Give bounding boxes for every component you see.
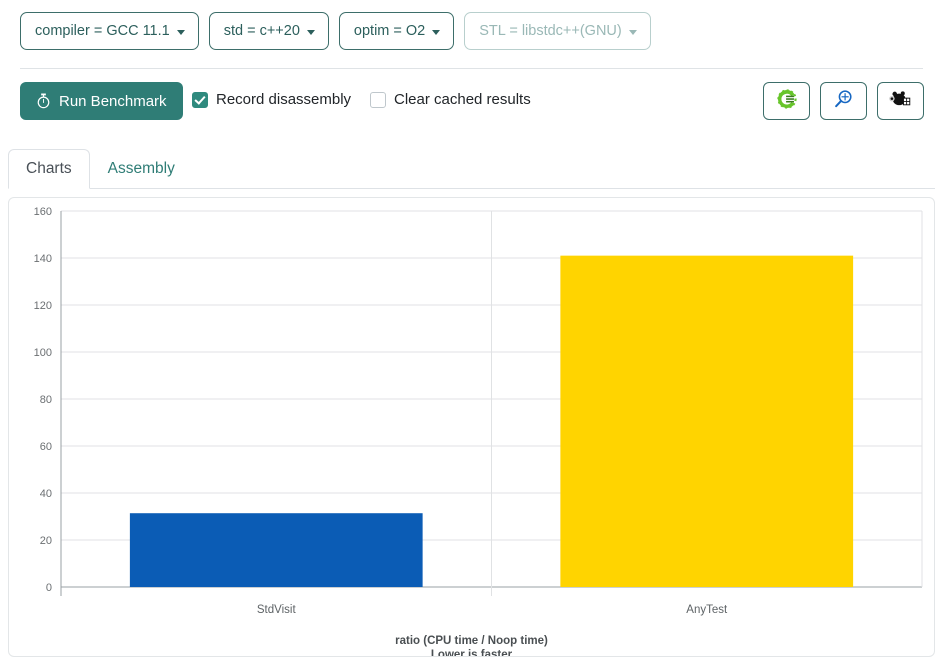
- y-tick-label: 160: [34, 206, 52, 218]
- tab-charts-label: Charts: [26, 159, 72, 177]
- x-tick-label: AnyTest: [686, 604, 728, 616]
- stl-dropdown-label: STL = libstdc++(GNU): [479, 22, 622, 39]
- build-bench-button[interactable]: [877, 82, 924, 120]
- compiler-explorer-icon: [776, 88, 798, 115]
- quick-bench-button[interactable]: [820, 82, 867, 120]
- record-disassembly-label: Record disassembly: [216, 91, 352, 108]
- y-tick-label: 120: [34, 300, 52, 312]
- x-tick-label: StdVisit: [257, 604, 297, 616]
- options-toolbar: compiler = GCC 11.1 std = c++20 optim = …: [0, 0, 943, 62]
- quick-bench-page: compiler = GCC 11.1 std = c++20 optim = …: [0, 0, 943, 665]
- chevron-down-icon: [432, 29, 441, 35]
- compiler-dropdown[interactable]: compiler = GCC 11.1: [20, 11, 199, 51]
- y-tick-label: 40: [40, 488, 52, 500]
- y-tick-label: 20: [40, 535, 52, 547]
- optim-dropdown[interactable]: optim = O2: [338, 11, 455, 51]
- action-toolbar: Run Benchmark Record disassembly Clear c…: [0, 78, 943, 130]
- y-tick-label: 100: [34, 347, 52, 359]
- chart-caption-line1: ratio (CPU time / Noop time): [395, 635, 548, 647]
- y-tick-label: 0: [46, 582, 52, 594]
- compiler-explorer-button[interactable]: [763, 82, 810, 120]
- chevron-down-icon: [306, 29, 315, 35]
- y-tick-label: 80: [40, 394, 52, 406]
- chart-caption-line2: Lower is faster: [431, 649, 513, 656]
- checkbox-unchecked-icon: [370, 91, 386, 108]
- external-tool-buttons: [763, 82, 924, 120]
- stopwatch-icon: [36, 93, 51, 109]
- run-benchmark-label: Run Benchmark: [59, 92, 167, 110]
- bar: [129, 513, 423, 587]
- compiler-dropdown-label: compiler = GCC 11.1: [35, 22, 170, 39]
- benchmark-bar-chart[interactable]: 0 20 40 60 80 100 120 140 160 StdVisit AnyTest rati…: [9, 198, 934, 656]
- tab-assembly-label: Assembly: [107, 159, 175, 177]
- chart-card: 0 20 40 60 80 100 120 140 160 StdVisit AnyTest rati…: [8, 197, 935, 657]
- tab-assembly[interactable]: Assembly: [90, 149, 193, 189]
- std-dropdown-label: std = c++20: [223, 22, 300, 39]
- y-tick-label: 140: [34, 253, 52, 265]
- toolbar-divider: [20, 68, 923, 69]
- clear-cached-results-checkbox[interactable]: Clear cached results: [370, 91, 531, 108]
- chevron-down-icon: [176, 29, 185, 35]
- clear-cached-results-label: Clear cached results: [394, 91, 531, 108]
- build-bench-bear-icon: [889, 88, 912, 114]
- checkbox-checked-icon: [192, 91, 208, 108]
- std-dropdown[interactable]: std = c++20: [208, 11, 329, 51]
- optim-dropdown-label: optim = O2: [353, 22, 426, 39]
- bar: [560, 255, 854, 587]
- quick-bench-icon: [833, 88, 855, 115]
- stl-dropdown[interactable]: STL = libstdc++(GNU): [464, 11, 651, 51]
- result-tabs: Charts Assembly: [8, 148, 935, 189]
- tab-charts[interactable]: Charts: [8, 148, 90, 189]
- run-benchmark-button[interactable]: Run Benchmark: [20, 82, 183, 120]
- record-disassembly-checkbox[interactable]: Record disassembly: [192, 91, 351, 108]
- y-tick-label: 60: [40, 441, 52, 453]
- chevron-down-icon: [628, 29, 637, 35]
